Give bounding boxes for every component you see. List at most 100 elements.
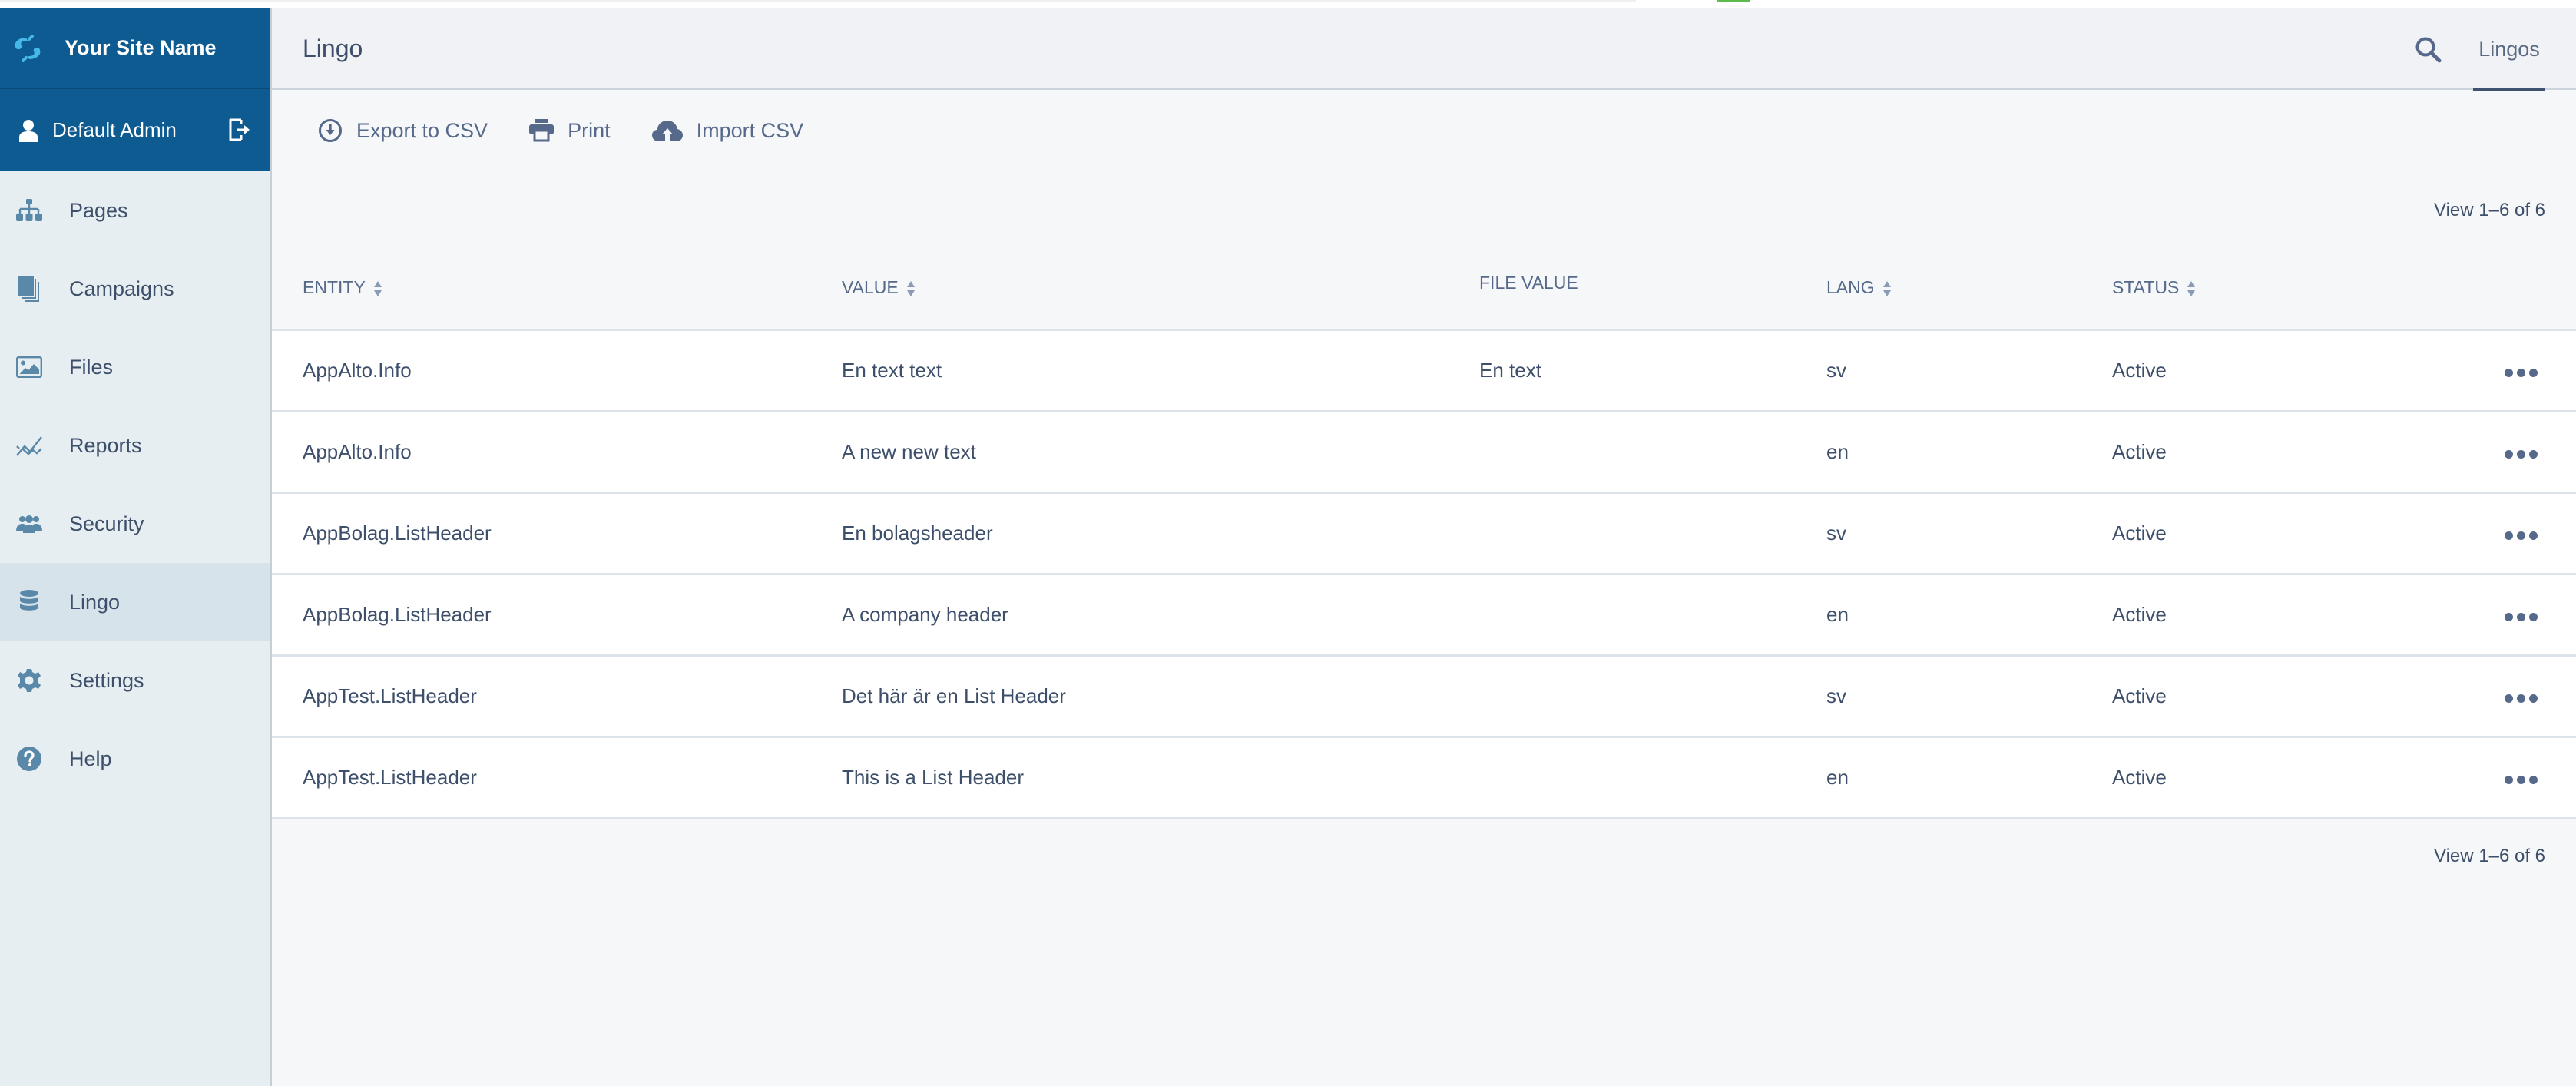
image-icon bbox=[15, 353, 43, 381]
cell-lang: sv bbox=[1826, 329, 2112, 412]
print-button[interactable]: Print bbox=[529, 119, 611, 143]
cell-status: Active bbox=[2112, 492, 2450, 575]
sidebar-item-label: Campaigns bbox=[69, 276, 174, 300]
column-header-lang[interactable]: LANG bbox=[1826, 242, 2112, 331]
gear-icon bbox=[15, 667, 43, 694]
import-csv-label: Import CSV bbox=[696, 118, 804, 142]
help-circle-icon bbox=[15, 745, 43, 773]
more-options-icon[interactable] bbox=[2505, 368, 2538, 377]
more-options-icon[interactable] bbox=[2505, 775, 2538, 784]
table-row[interactable]: AppBolag.ListHeader En bolagsheader sv Acti… bbox=[272, 492, 2576, 575]
dot bbox=[2517, 775, 2525, 784]
search-icon[interactable] bbox=[2415, 36, 2442, 64]
cell-actions bbox=[2450, 655, 2576, 738]
dot bbox=[2517, 694, 2525, 703]
cell-value: En text text bbox=[842, 329, 1479, 412]
dot bbox=[2517, 368, 2525, 377]
sidebar-item-help[interactable]: Help bbox=[0, 720, 270, 798]
cell-lang: sv bbox=[1826, 492, 2112, 575]
sidebar-item-files[interactable]: Files bbox=[0, 328, 270, 406]
cell-entity: AppAlto.Info bbox=[272, 329, 842, 412]
dot bbox=[2505, 531, 2513, 540]
column-header-entity[interactable]: ENTITY bbox=[272, 242, 842, 331]
sidebar-item-label: Help bbox=[69, 747, 112, 770]
import-csv-button[interactable]: Import CSV bbox=[651, 118, 804, 143]
cell-status: Active bbox=[2112, 411, 2450, 494]
main-content: Lingo Lingos Export to CSV Print Import … bbox=[272, 8, 2576, 1086]
sort-icon[interactable] bbox=[2187, 280, 2196, 298]
sidebar-item-label: Files bbox=[69, 355, 114, 379]
table-row[interactable]: AppAlto.Info En text text En text sv Active bbox=[272, 329, 2576, 412]
dot bbox=[2505, 775, 2513, 784]
export-csv-button[interactable]: Export to CSV bbox=[318, 118, 488, 143]
dot bbox=[2529, 368, 2538, 377]
cell-entity: AppBolag.ListHeader bbox=[272, 492, 842, 575]
user-name[interactable]: Default Admin bbox=[52, 118, 177, 142]
more-options-icon[interactable] bbox=[2505, 694, 2538, 703]
sort-icon[interactable] bbox=[373, 280, 382, 298]
tab-lingos[interactable]: Lingos bbox=[2473, 8, 2545, 91]
logout-icon[interactable] bbox=[227, 117, 252, 143]
page-header: Lingo Lingos bbox=[272, 8, 2576, 91]
sidebar-item-campaigns[interactable]: Campaigns bbox=[0, 250, 270, 328]
cell-actions bbox=[2450, 574, 2576, 657]
table-row[interactable]: AppAlto.Info A new new text en Active bbox=[272, 411, 2576, 494]
cell-lang: en bbox=[1826, 574, 2112, 657]
sidebar-item-label: Lingo bbox=[69, 590, 121, 614]
dot bbox=[2529, 531, 2538, 540]
cell-value: A company header bbox=[842, 574, 1479, 657]
more-options-icon[interactable] bbox=[2505, 612, 2538, 621]
cell-entity: AppAlto.Info bbox=[272, 411, 842, 494]
cell-status: Active bbox=[2112, 329, 2450, 412]
brand-header[interactable]: Your Site Name bbox=[0, 8, 270, 89]
table-header-row: ENTITY VALUE FILE VALUE LANG STATUS bbox=[272, 242, 2576, 331]
sitemap-icon bbox=[15, 197, 43, 224]
sort-icon[interactable] bbox=[1882, 280, 1892, 298]
dot bbox=[2529, 775, 2538, 784]
lingo-table: ENTITY VALUE FILE VALUE LANG STATUS AppA… bbox=[272, 242, 2576, 819]
sidebar-item-label: Security bbox=[69, 512, 144, 535]
tab-strip bbox=[0, 0, 1636, 2]
pagination-info-bottom: View 1–6 of 6 bbox=[2434, 845, 2545, 866]
cell-file-value: En text bbox=[1479, 329, 1826, 412]
more-options-icon[interactable] bbox=[2505, 449, 2538, 459]
column-header-value[interactable]: VALUE bbox=[842, 242, 1479, 331]
line-chart-icon bbox=[15, 432, 43, 459]
sidebar-item-label: Reports bbox=[69, 433, 142, 457]
cell-status: Active bbox=[2112, 737, 2450, 819]
cell-value: This is a List Header bbox=[842, 737, 1479, 819]
table-row[interactable]: AppTest.ListHeader Det här är en List Hea… bbox=[272, 655, 2576, 738]
sidebar-item-pages[interactable]: Pages bbox=[0, 171, 270, 250]
column-header-status[interactable]: STATUS bbox=[2112, 242, 2450, 331]
cloud-upload-icon bbox=[651, 121, 683, 141]
sidebar-nav: Pages Campaigns Files Reports Security L… bbox=[0, 171, 270, 798]
cell-entity: AppBolag.ListHeader bbox=[272, 574, 842, 657]
sidebar-item-security[interactable]: Security bbox=[0, 485, 270, 563]
table-body: AppAlto.Info En text text En text sv Active A… bbox=[272, 329, 2576, 819]
sidebar-item-label: Pages bbox=[69, 198, 128, 222]
cell-status: Active bbox=[2112, 655, 2450, 738]
more-options-icon[interactable] bbox=[2505, 531, 2538, 540]
print-label: Print bbox=[568, 118, 611, 142]
printer-icon bbox=[529, 119, 555, 142]
sidebar-item-lingo[interactable]: Lingo bbox=[0, 563, 270, 641]
logo-icon bbox=[15, 34, 41, 62]
toolbar: Export to CSV Print Import CSV bbox=[272, 90, 2576, 171]
cell-lang: en bbox=[1826, 737, 2112, 819]
cell-entity: AppTest.ListHeader bbox=[272, 737, 842, 819]
user-icon bbox=[19, 119, 38, 142]
table-row[interactable]: AppTest.ListHeader This is a List Header e… bbox=[272, 737, 2576, 819]
cell-lang: sv bbox=[1826, 655, 2112, 738]
pagination-info-top: View 1–6 of 6 bbox=[2434, 200, 2545, 220]
sidebar: Your Site Name Default Admin Pages Campa… bbox=[0, 8, 272, 1086]
table-row[interactable]: AppBolag.ListHeader A company header en Act… bbox=[272, 574, 2576, 657]
download-circle-icon bbox=[319, 119, 342, 142]
sidebar-item-reports[interactable]: Reports bbox=[0, 406, 270, 485]
cell-status: Active bbox=[2112, 574, 2450, 657]
dot bbox=[2529, 694, 2538, 703]
cell-file-value bbox=[1479, 574, 1826, 657]
dot bbox=[2505, 612, 2513, 621]
dot bbox=[2529, 612, 2538, 621]
sidebar-item-settings[interactable]: Settings bbox=[0, 641, 270, 720]
sort-icon[interactable] bbox=[906, 280, 916, 298]
